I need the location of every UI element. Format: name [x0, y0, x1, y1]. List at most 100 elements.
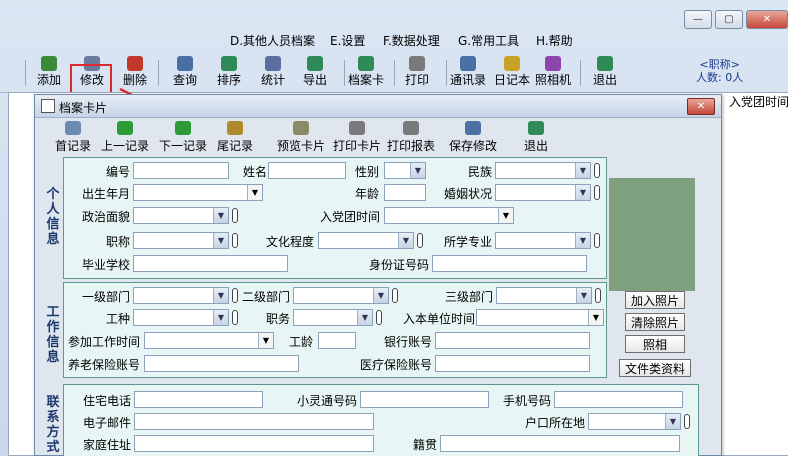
chevron-down-icon[interactable]: ▼	[665, 414, 680, 429]
label-name: 姓名	[242, 165, 267, 179]
label-dept2: 二级部门	[241, 290, 290, 304]
school-input[interactable]	[133, 255, 288, 272]
chevron-down-icon[interactable]: ▼	[213, 233, 228, 248]
chevron-down-icon[interactable]: ▼	[213, 310, 228, 325]
pin-icon[interactable]	[684, 414, 690, 429]
pin-icon[interactable]	[417, 233, 423, 248]
label-work-start: 参加工作时间	[67, 335, 140, 349]
chevron-down-icon[interactable]: ▼	[398, 233, 413, 248]
chevron-down-icon[interactable]: ▼	[258, 333, 273, 348]
phs-input[interactable]	[360, 391, 489, 408]
bank-input[interactable]	[435, 332, 590, 349]
pin-icon[interactable]	[392, 288, 398, 303]
label-address: 家庭住址	[82, 438, 131, 452]
join-date-select[interactable]: ▼	[476, 309, 604, 326]
label-dept1: 一级部门	[81, 290, 130, 304]
dialog-save-button[interactable]: 保存修改	[447, 121, 499, 154]
add-photo-button[interactable]: 加入照片	[625, 291, 685, 309]
label-age: 年龄	[354, 187, 379, 201]
take-photo-button[interactable]: 照相	[625, 335, 685, 353]
dialog-last-record-button[interactable]: 尾记录	[215, 121, 255, 154]
label-native: 籍贯	[412, 438, 437, 452]
file-documents-button[interactable]: 文件类资料	[619, 359, 691, 377]
job-type-select[interactable]: ▼	[133, 309, 229, 326]
political-select[interactable]: ▼	[133, 207, 229, 224]
birth-select[interactable]: ▼	[133, 184, 263, 201]
pin-icon[interactable]	[232, 310, 238, 325]
chevron-down-icon[interactable]: ▼	[410, 163, 425, 178]
label-medical: 医疗保险账号	[359, 358, 432, 372]
dept3-select[interactable]: ▼	[496, 287, 592, 304]
pin-icon[interactable]	[594, 185, 600, 200]
id-input[interactable]	[133, 162, 229, 179]
medical-input[interactable]	[435, 355, 590, 372]
dialog-preview-button[interactable]: 预览卡片	[275, 121, 327, 154]
ethnicity-select[interactable]: ▼	[495, 162, 591, 179]
email-input[interactable]	[134, 413, 374, 430]
label-marital: 婚姻状况	[443, 187, 492, 201]
label-party-date: 入党团时间	[319, 210, 380, 224]
pin-icon[interactable]	[594, 233, 600, 248]
position-select[interactable]: ▼	[293, 309, 373, 326]
chevron-down-icon[interactable]: ▼	[247, 185, 262, 200]
major-select[interactable]: ▼	[495, 232, 591, 249]
label-hukou: 户口所在地	[524, 416, 585, 430]
dialog-first-record-button[interactable]: 首记录	[53, 121, 93, 154]
personal-info-label: 个人信息	[46, 187, 60, 247]
chevron-down-icon[interactable]: ▼	[588, 310, 603, 325]
print-card-icon	[349, 121, 365, 135]
chevron-down-icon[interactable]: ▼	[575, 163, 590, 178]
chevron-down-icon[interactable]: ▼	[575, 185, 590, 200]
native-input[interactable]	[440, 435, 680, 452]
chevron-down-icon[interactable]: ▼	[575, 233, 590, 248]
dialog-print-report-button[interactable]: 打印报表	[385, 121, 437, 154]
name-input[interactable]	[268, 162, 346, 179]
label-school: 毕业学校	[81, 258, 130, 272]
chevron-down-icon[interactable]: ▼	[576, 288, 591, 303]
title-select[interactable]: ▼	[133, 232, 229, 249]
work-start-select[interactable]: ▼	[144, 332, 274, 349]
dialog-toolbar: 首记录 上一记录 下一记录 尾记录 预览卡片 打印卡片 打印报表 保存修改 退出	[35, 119, 721, 157]
chevron-down-icon[interactable]: ▼	[213, 208, 228, 223]
seniority-input[interactable]	[318, 332, 356, 349]
pin-icon[interactable]	[595, 288, 601, 303]
dialog-title: 档案卡片	[59, 101, 108, 115]
pin-icon[interactable]	[232, 208, 238, 223]
address-input[interactable]	[134, 435, 374, 452]
next-record-icon	[175, 121, 191, 135]
pin-icon[interactable]	[232, 233, 238, 248]
id-number-input[interactable]	[432, 255, 587, 272]
home-phone-input[interactable]	[134, 391, 263, 408]
dialog-close-button[interactable]: ✕	[687, 98, 715, 115]
dialog-exit-button[interactable]: 退出	[519, 121, 553, 154]
label-join-date: 入本单位时间	[402, 312, 475, 326]
dept1-select[interactable]: ▼	[133, 287, 229, 304]
dialog-print-card-button[interactable]: 打印卡片	[331, 121, 383, 154]
pin-icon[interactable]	[376, 310, 382, 325]
dialog-toolbar-label: 尾记录	[216, 139, 253, 153]
label-gender: 性别	[354, 165, 379, 179]
chevron-down-icon[interactable]: ▼	[373, 288, 388, 303]
prev-record-icon	[117, 121, 133, 135]
chevron-down-icon[interactable]: ▼	[498, 208, 513, 223]
dialog-toolbar-label: 上一记录	[100, 139, 149, 153]
age-input[interactable]	[384, 184, 426, 201]
pin-icon[interactable]	[594, 163, 600, 178]
pension-input[interactable]	[144, 355, 299, 372]
dialog-prev-record-button[interactable]: 上一记录	[99, 121, 151, 154]
education-select[interactable]: ▼	[318, 232, 414, 249]
label-id-number: 身份证号码	[368, 258, 429, 272]
chevron-down-icon[interactable]: ▼	[357, 310, 372, 325]
chevron-down-icon[interactable]: ▼	[213, 288, 228, 303]
dept2-select[interactable]: ▼	[293, 287, 389, 304]
main-window: — ▢ ✕ D.其他人员档案 E.设置 F.数据处理 G.常用工具 H.帮助 添…	[0, 0, 788, 456]
marital-select[interactable]: ▼	[495, 184, 591, 201]
party-date-select[interactable]: ▼	[384, 207, 514, 224]
hukou-select[interactable]: ▼	[588, 413, 681, 430]
gender-select[interactable]: ▼	[384, 162, 426, 179]
mobile-input[interactable]	[554, 391, 683, 408]
dialog-next-record-button[interactable]: 下一记录	[157, 121, 209, 154]
clear-photo-button[interactable]: 清除照片	[625, 313, 685, 331]
pin-icon[interactable]	[232, 288, 238, 303]
dialog-toolbar-label: 保存修改	[448, 139, 497, 153]
